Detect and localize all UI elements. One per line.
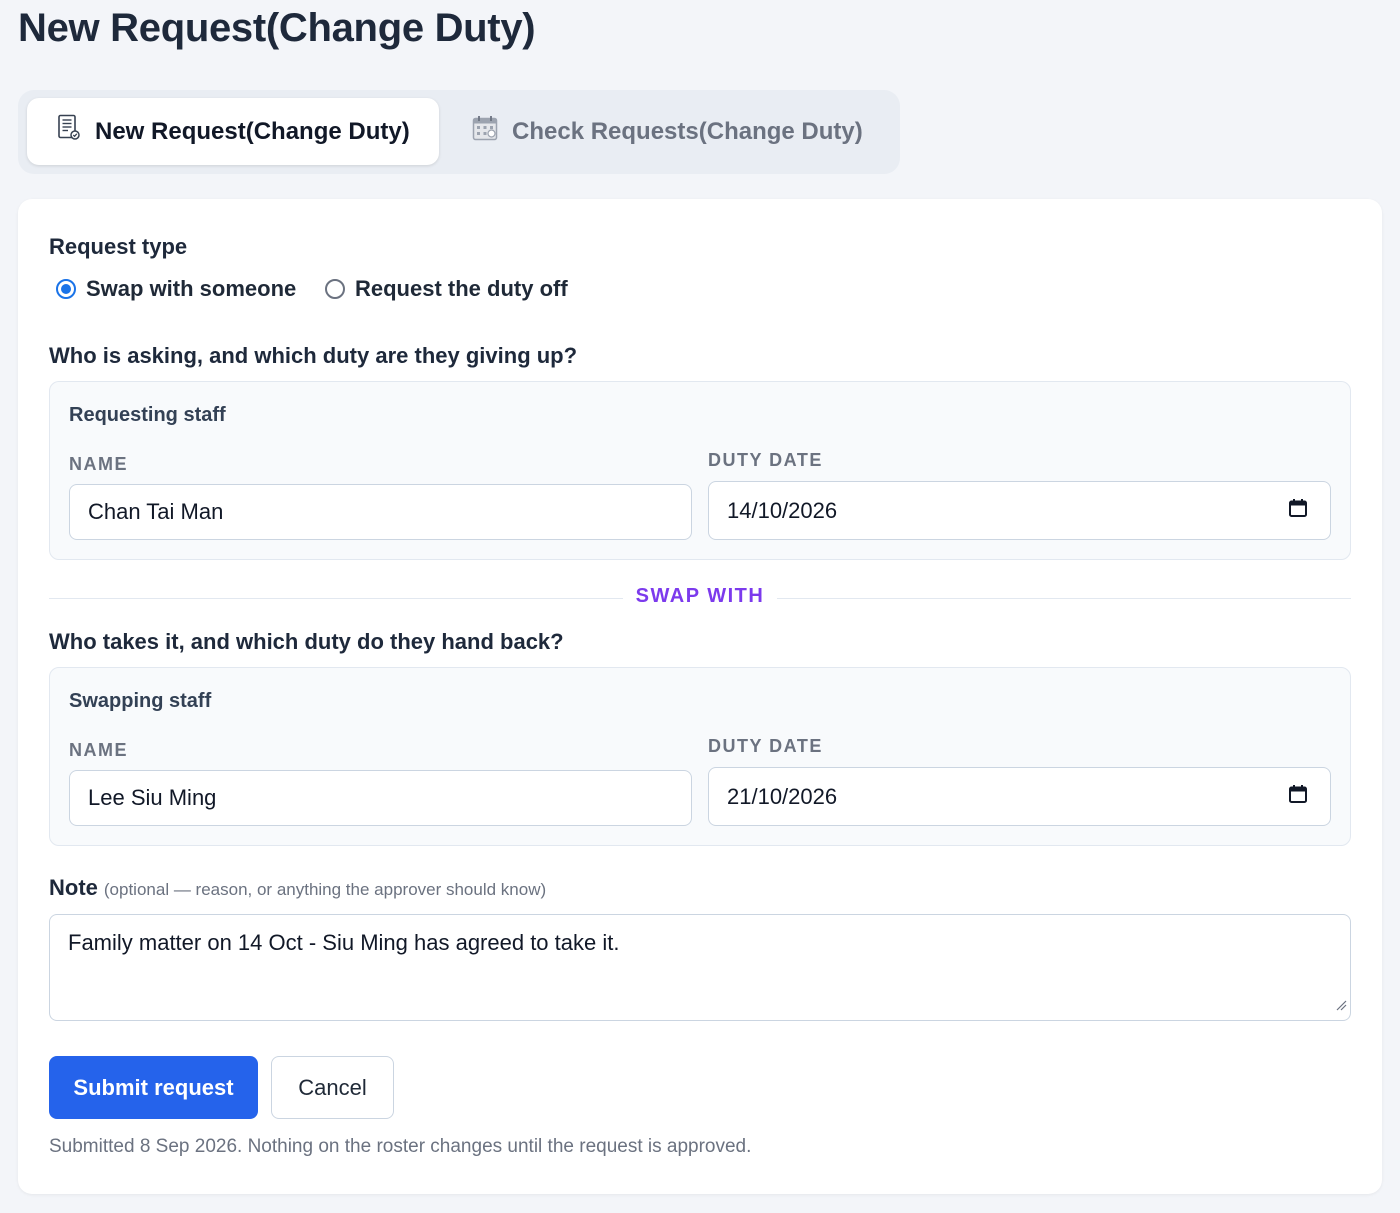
requester-date-input[interactable]: 14/10/2026: [708, 481, 1331, 540]
requester-name-label: NAME: [69, 454, 128, 474]
swapper-name-label: NAME: [69, 740, 128, 760]
note-hint: (optional — reason, or anything the appr…: [103, 880, 547, 899]
swapper-date-input[interactable]: 21/10/2026: [708, 767, 1331, 826]
swapper-date-value: 21/10/2026: [727, 783, 838, 809]
requester-date-value: 14/10/2026: [727, 497, 838, 523]
tab-check-requests-label: Check Requests(Change Duty): [512, 117, 863, 145]
submission-footnote: Submitted 8 Sep 2026. Nothing on the ros…: [49, 1136, 752, 1157]
calendar-picker-icon[interactable]: [1288, 498, 1308, 524]
swapper-name-value: Lee Siu Ming: [88, 785, 217, 810]
note-label-row: Note (optional — reason, or anything the…: [49, 875, 546, 901]
swap-with-label: SWAP WITH: [635, 585, 765, 607]
requesting-staff-group: Requesting staff NAME Chan Tai Man DUTY …: [49, 381, 1351, 560]
calendar-picker-icon[interactable]: [1288, 784, 1308, 810]
cancel-button[interactable]: Cancel: [271, 1056, 394, 1119]
note-value: Family matter on 14 Oct - Siu Ming has a…: [68, 930, 620, 955]
radio-swap-label: Swap with someone: [86, 276, 297, 301]
note-textarea[interactable]: Family matter on 14 Oct - Siu Ming has a…: [49, 914, 1351, 1021]
document-icon: [57, 114, 81, 149]
note-label: Note: [49, 875, 98, 900]
tab-check-requests[interactable]: Check Requests(Change Duty): [452, 98, 892, 165]
requester-date-label: DUTY DATE: [708, 450, 823, 470]
request-type-label: Request type: [49, 234, 188, 259]
requester-name-value: Chan Tai Man: [88, 499, 224, 524]
tab-bar: New Request(Change Duty) Check Requests(…: [18, 90, 900, 174]
tab-new-request[interactable]: New Request(Change Duty): [27, 98, 439, 165]
swapper-date-label: DUTY DATE: [708, 736, 823, 756]
requester-name-input[interactable]: Chan Tai Man: [69, 484, 692, 540]
swapping-staff-title: Swapping staff: [69, 690, 212, 712]
radio-option-swap[interactable]: Swap with someone: [56, 276, 296, 302]
radio-duty-off[interactable]: [325, 279, 345, 299]
radio-option-duty-off[interactable]: Request the duty off: [325, 276, 568, 302]
radio-duty-off-label: Request the duty off: [355, 276, 568, 301]
submit-button[interactable]: Submit request: [49, 1056, 258, 1119]
requesting-staff-title: Requesting staff: [69, 404, 226, 426]
swapper-name-input[interactable]: Lee Siu Ming: [69, 770, 692, 826]
resize-grip-icon[interactable]: [1335, 991, 1347, 1017]
request-form-card: Request type Swap with someone Request t…: [18, 199, 1382, 1194]
page-title: New Request(Change Duty): [18, 6, 536, 50]
requester-question: Who is asking, and which duty are they g…: [49, 343, 578, 368]
calendar-icon: [472, 115, 498, 148]
radio-swap-checked[interactable]: [56, 279, 76, 299]
tab-new-request-label: New Request(Change Duty): [95, 117, 410, 145]
swapping-staff-group: Swapping staff NAME Lee Siu Ming DUTY DA…: [49, 667, 1351, 846]
swapper-question: Who takes it, and which duty do they han…: [49, 629, 564, 654]
